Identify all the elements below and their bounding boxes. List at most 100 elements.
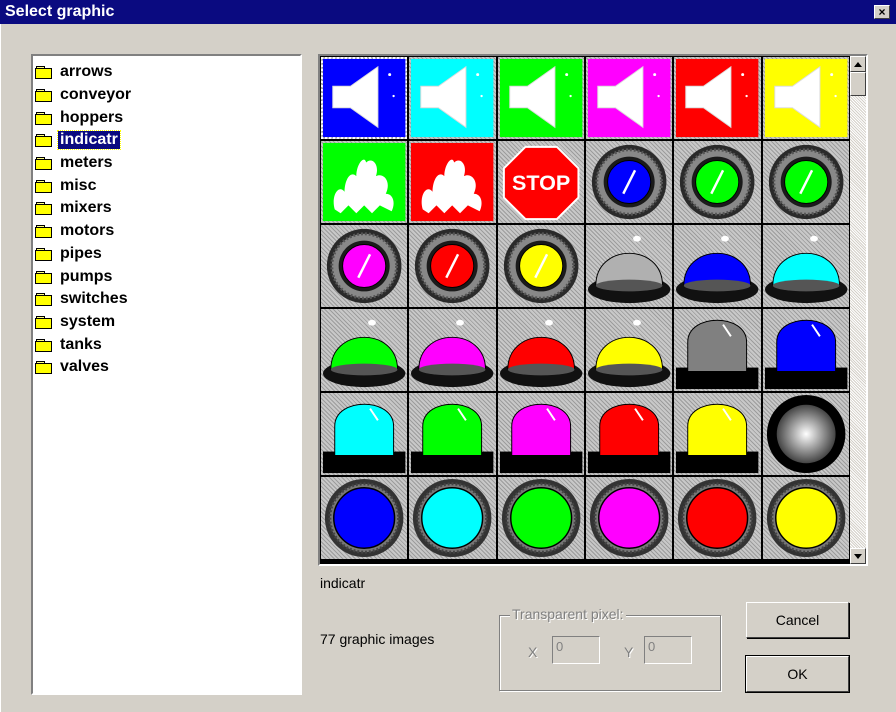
folder-item-tanks[interactable]: tanks: [33, 333, 300, 356]
graphic-tile-horn[interactable]: [320, 56, 409, 140]
graphic-tile-ringlamp[interactable]: [761, 140, 850, 224]
bullet-icon: [411, 403, 494, 474]
graphic-tile-button[interactable]: [673, 476, 762, 560]
graphic-tile-horn[interactable]: [496, 56, 585, 140]
graphic-tile-button[interactable]: [496, 476, 585, 560]
folder-label: indicatr: [57, 130, 121, 151]
ok-button[interactable]: OK: [745, 655, 850, 693]
x-label: X: [528, 644, 538, 660]
ringlamp-icon: [326, 228, 402, 304]
graphic-tile-ringlamp[interactable]: [408, 224, 497, 308]
graphic-tile-dome[interactable]: [584, 308, 674, 392]
folder-icon: [35, 247, 52, 261]
ringlamp-icon: [768, 144, 844, 220]
folder-label: pipes: [60, 244, 102, 262]
graphic-tile-horn[interactable]: [584, 56, 674, 140]
graphic-tile-button[interactable]: [320, 476, 409, 560]
folder-item-motors[interactable]: motors: [33, 220, 300, 243]
folder-icon: [35, 338, 52, 352]
graphic-tile-ringlamp[interactable]: [320, 224, 409, 308]
folder-item-system[interactable]: system: [33, 311, 300, 334]
stop-sign-text: STOP: [512, 171, 570, 195]
graphic-tile-dome[interactable]: [761, 224, 850, 308]
button-icon: [766, 478, 846, 558]
graphic-tile-bullet[interactable]: [320, 392, 409, 476]
graphic-tile-horn[interactable]: [673, 56, 762, 140]
scroll-up-button[interactable]: [850, 56, 866, 72]
folder-icon: [35, 134, 52, 148]
arrow-down-icon: [854, 553, 862, 559]
folder-icon: [35, 111, 52, 125]
graphic-tile-flame[interactable]: [408, 140, 497, 224]
graphic-tile-bullet[interactable]: [584, 392, 674, 476]
graphic-tile-button[interactable]: [408, 476, 497, 560]
folder-label: meters: [60, 154, 113, 172]
folder-item-pumps[interactable]: pumps: [33, 265, 300, 288]
dome-icon: [676, 235, 759, 304]
graphic-tile-ball[interactable]: [761, 392, 850, 476]
folder-item-misc[interactable]: misc: [33, 174, 300, 197]
button-icon: [324, 478, 404, 558]
button-icon: [413, 478, 492, 558]
folder-item-valves[interactable]: valves: [33, 356, 300, 379]
y-label: Y: [624, 644, 634, 660]
graphic-grid: STOP: [320, 56, 850, 564]
graphic-tile-dome[interactable]: [408, 308, 497, 392]
graphic-tile-horn[interactable]: [761, 56, 850, 140]
bullet-icon: [587, 403, 671, 474]
folder-item-hoppers[interactable]: hoppers: [33, 106, 300, 129]
graphic-tile-bullet[interactable]: [673, 308, 762, 392]
folder-item-arrows[interactable]: arrows: [33, 61, 300, 84]
button-icon: [678, 478, 757, 558]
graphic-tile-ringlamp[interactable]: [496, 224, 585, 308]
horn-icon: [587, 58, 671, 138]
graphic-tile-button[interactable]: [761, 476, 850, 560]
dome-icon: [764, 235, 848, 304]
vertical-scrollbar[interactable]: [850, 56, 866, 564]
folder-item-switches[interactable]: switches: [33, 288, 300, 311]
folder-item-conveyor[interactable]: conveyor: [33, 84, 300, 107]
graphic-tile-bullet[interactable]: [496, 392, 585, 476]
graphic-tile-dome[interactable]: [496, 308, 585, 392]
close-icon[interactable]: ×: [874, 5, 890, 19]
folder-icon: [35, 202, 52, 216]
graphic-tile-bullet[interactable]: [673, 392, 762, 476]
graphic-tile-ringlamp[interactable]: [673, 140, 762, 224]
graphic-tile-dome[interactable]: [584, 224, 674, 308]
graphic-tile-dome[interactable]: [320, 308, 409, 392]
dome-icon: [411, 319, 494, 388]
graphic-tile-stop[interactable]: STOP: [496, 140, 585, 224]
folder-icon: [35, 293, 52, 307]
graphic-tile-flame[interactable]: [320, 140, 409, 224]
folder-item-pipes[interactable]: pipes: [33, 243, 300, 266]
graphic-tile-bullet[interactable]: [761, 308, 850, 392]
scroll-thumb[interactable]: [850, 72, 866, 96]
folder-list-panel[interactable]: arrows conveyor hoppers indicatr meters misc m…: [31, 54, 302, 695]
folder-label: misc: [60, 176, 97, 194]
folder-label: arrows: [60, 63, 113, 81]
flame-icon: [411, 142, 494, 222]
folder-icon: [35, 361, 52, 375]
graphic-tile-bullet[interactable]: [408, 392, 497, 476]
folder-label: valves: [60, 358, 109, 376]
folder-icon: [35, 157, 52, 171]
x-coordinate-field: 0: [552, 636, 600, 664]
bullet-icon: [322, 403, 406, 474]
horn-icon: [322, 58, 406, 138]
scroll-down-button[interactable]: [850, 548, 866, 564]
ringlamp-icon: [415, 228, 490, 304]
bullet-icon: [676, 319, 759, 390]
window-title: Select graphic: [5, 3, 115, 20]
folder-item-meters[interactable]: meters: [33, 152, 300, 175]
folder-item-mixers[interactable]: mixers: [33, 197, 300, 220]
flame-icon: [322, 142, 406, 222]
ringlamp-icon: [591, 144, 667, 220]
graphic-tile-horn[interactable]: [408, 56, 497, 140]
dome-icon: [499, 319, 583, 388]
graphic-tile-ringlamp[interactable]: [584, 140, 674, 224]
folder-item-indicatr[interactable]: indicatr: [33, 129, 300, 152]
graphic-tile-button[interactable]: [584, 476, 674, 560]
dome-icon: [322, 319, 406, 388]
graphic-tile-dome[interactable]: [673, 224, 762, 308]
cancel-button[interactable]: Cancel: [746, 602, 849, 638]
